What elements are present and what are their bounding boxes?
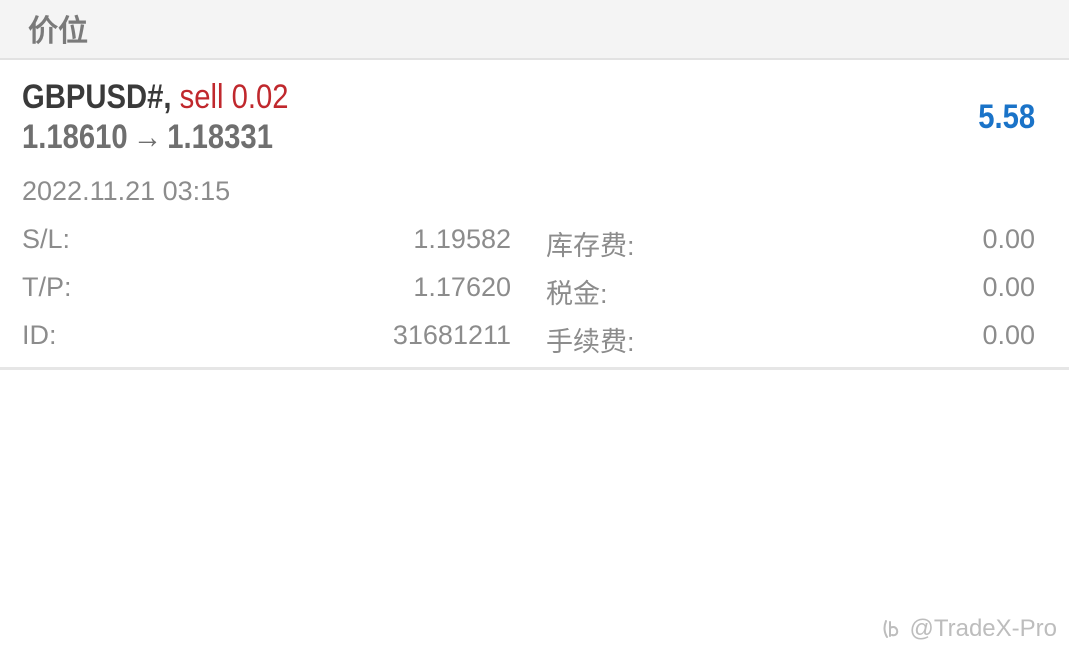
section-title: 价位 (28, 15, 88, 48)
open-time: 2022.11.21 03:15 (22, 176, 231, 206)
watermark-text: @TradeX-Pro (909, 615, 1057, 642)
id-value: 31681211 (392, 320, 511, 350)
position-symbol: GBPUSD#, (22, 78, 172, 116)
commission-value: 0.00 (982, 320, 1035, 350)
tp-label: T/P: (22, 272, 72, 302)
position-profit: 5.58 (978, 98, 1035, 136)
arrow-right-icon: → (132, 118, 163, 156)
tax-value: 0.00 (982, 272, 1035, 302)
position-side-volume: sell 0.02 (179, 78, 289, 116)
commission-label: 手续费: (546, 327, 635, 357)
sl-label: S/L: (22, 224, 71, 254)
sl-value: 1.19582 (413, 224, 511, 254)
tp-value: 1.17620 (413, 272, 511, 302)
swap-label: 库存费: (546, 231, 635, 261)
current-price: 1.18331 (167, 118, 273, 156)
zhihu-logo-icon (884, 620, 899, 638)
detail-row-tp: T/P: 1.17620 税金: 0.00 (0, 272, 1069, 312)
detail-row-id: ID: 31681211 手续费: 0.00 (0, 320, 1069, 360)
position-row[interactable]: GBPUSD#, sell 0.02 1.18610 → 1.18331 5.58 … (0, 60, 1069, 370)
watermark: @TradeX-Pro (881, 615, 1057, 643)
tax-label: 税金: (546, 279, 608, 309)
open-price: 1.18610 (22, 118, 128, 156)
swap-value: 0.00 (982, 224, 1035, 254)
position-title: GBPUSD#, sell 0.02 (22, 78, 289, 117)
section-header: 价位 (0, 0, 1069, 60)
id-label: ID: (22, 320, 57, 350)
position-prices: 1.18610 → 1.18331 (22, 118, 273, 157)
detail-row-sl: S/L: 1.19582 库存费: 0.00 (0, 224, 1069, 264)
